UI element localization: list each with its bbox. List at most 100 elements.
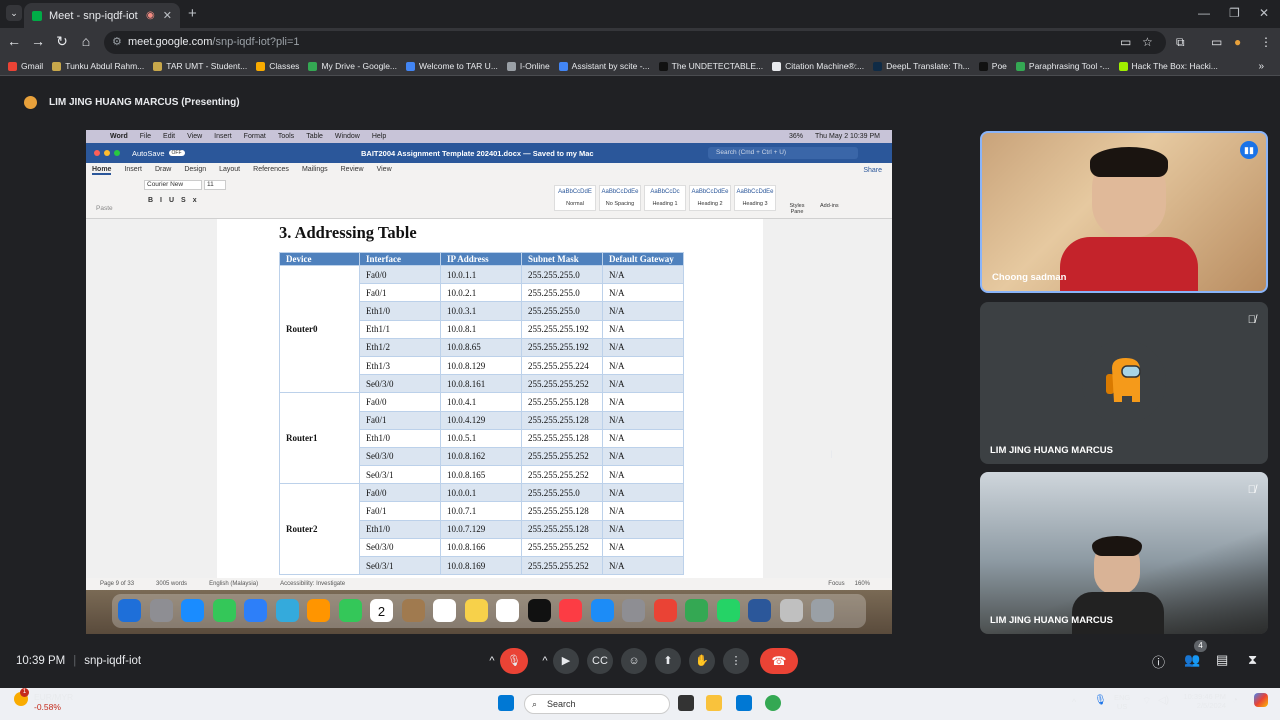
audio-options-chevron-icon[interactable]: ^ <box>483 648 501 674</box>
participant-name: LIM JING HUANG MARCUS <box>990 445 1113 456</box>
system-clock[interactable]: 10:39:46 PM 2/5/2024 <box>1180 692 1226 710</box>
zoom-level: 160% <box>854 581 870 587</box>
word-title-bar: AutoSave OFF BAIT2004 Assignment Templat… <box>86 143 892 163</box>
bookmarks-overflow-icon[interactable]: » <box>1258 61 1264 72</box>
reload-button[interactable]: ↻ <box>54 33 70 50</box>
dock-app-icon <box>275 599 299 622</box>
paste-label: Paste <box>96 205 113 212</box>
participant-tile-marcus-avatar[interactable]: 🎙̸ LIM JING HUANG MARCUS <box>980 302 1268 464</box>
dock-app-icon <box>748 599 771 622</box>
bookmark-item[interactable]: The UNDETECTABLE... <box>658 61 763 71</box>
bookmark-label: Citation Machine®:... <box>785 61 865 71</box>
table-cell: Se0/3/0 <box>359 374 441 394</box>
more-options-button[interactable]: ⋮ <box>723 648 749 674</box>
people-icon[interactable]: 👥 <box>1184 652 1200 668</box>
extensions-icon[interactable]: ⧉ <box>1176 35 1185 50</box>
wifi-icon[interactable]: ⌔ <box>1142 695 1151 708</box>
profile-icon[interactable]: ● <box>1234 35 1241 49</box>
tray-mic-icon[interactable]: 🎙 <box>1094 695 1107 706</box>
bookmark-item[interactable]: My Drive - Google... <box>308 61 397 71</box>
browser-tab-meet[interactable]: Meet - snp-iqdf-iot ◉ ✕ <box>24 3 180 28</box>
browser-toolbar: ← → ↻ ⌂ ⚙ meet.google.com/snp-iqdf-iot?p… <box>0 28 1280 57</box>
device-cell: Router0 <box>279 264 360 394</box>
bookmark-item[interactable]: Tunku Abdul Rahm... <box>52 61 144 71</box>
table-cell: 255.255.255.252 <box>521 374 603 394</box>
style-gallery-item: AaBbCcDdEe Heading 2 <box>689 185 731 211</box>
bookmark-item[interactable]: Classes <box>256 61 299 71</box>
leave-call-button[interactable]: ☎ <box>760 648 798 674</box>
present-button[interactable]: ⬆ <box>655 648 681 674</box>
site-info-icon[interactable]: ⚙ <box>112 31 122 54</box>
speaker-icon[interactable]: ◁) <box>1158 695 1169 706</box>
tab-search-button[interactable]: ⌄ <box>6 5 22 21</box>
language-code: ENG <box>1114 693 1131 702</box>
forward-button[interactable]: → <box>30 33 46 49</box>
dock-app-icon <box>307 599 330 622</box>
bookmark-item[interactable]: Assistant by scite -... <box>558 61 650 71</box>
bookmark-item[interactable]: Citation Machine®:... <box>772 61 864 71</box>
bookmark-item[interactable]: Welcome to TAR U... <box>406 61 498 71</box>
word-ribbon-tab: Insert <box>124 165 142 173</box>
taskbar-search[interactable]: ⌕ Search <box>524 694 670 714</box>
recording-icon: ◉ <box>146 10 155 21</box>
stock-widget[interactable]: 1 EUR/MYR -0.58% <box>14 688 73 712</box>
table-cell: 10.0.7.1 <box>440 501 522 521</box>
bookmark-item[interactable]: Paraphrasing Tool -... <box>1015 61 1110 71</box>
table-cell: 10.0.8.1 <box>440 319 522 339</box>
home-button[interactable]: ⌂ <box>78 33 94 49</box>
back-button[interactable]: ← <box>6 33 22 49</box>
meeting-details-icon[interactable]: ⓘ <box>1152 652 1165 671</box>
task-view-icon[interactable] <box>678 695 694 711</box>
table-cell: 255.255.255.192 <box>521 319 603 339</box>
bookmark-item[interactable]: Poe <box>978 61 1007 71</box>
activities-icon[interactable]: ⧗ <box>1248 652 1257 668</box>
region-code: US <box>1116 702 1128 711</box>
system-time: 10:39:46 PM <box>1183 692 1226 701</box>
notifications-icon[interactable]: ◔ <box>1232 695 1238 706</box>
font-size-box: 11 <box>204 180 226 190</box>
mic-off-button[interactable]: 🎙 <box>500 648 528 674</box>
camera-button[interactable]: ▶ <box>553 648 579 674</box>
mac-menu-item: File <box>139 133 152 140</box>
table-cell: Se0/3/1 <box>359 555 441 576</box>
chrome-taskbar-icon[interactable] <box>765 695 781 711</box>
bookmark-item[interactable]: TAR UMT - Student... <box>153 61 247 71</box>
camera-in-use-icon[interactable]: ▭ <box>1120 35 1131 49</box>
close-tab-icon[interactable]: ✕ <box>163 9 172 22</box>
device-cell: Router2 <box>279 483 360 576</box>
chrome-menu-icon[interactable]: ⋮ <box>1260 35 1272 49</box>
reactions-button[interactable]: ☺ <box>621 648 647 674</box>
style-name: Heading 3 <box>742 201 768 207</box>
cast-icon[interactable]: ▭ <box>1211 35 1222 49</box>
store-icon[interactable] <box>736 695 752 711</box>
copilot-icon[interactable] <box>1254 693 1268 707</box>
close-window-button[interactable]: ✕ <box>1259 6 1269 20</box>
participant-tile-marcus-video[interactable]: 🎙̸ LIM JING HUANG MARCUS <box>980 472 1268 634</box>
participant-hair <box>1092 536 1142 556</box>
file-explorer-icon[interactable] <box>706 695 722 711</box>
style-gallery-item: AaBbCcDdEe No Spacing <box>599 185 641 211</box>
table-cell: 255.255.255.252 <box>521 465 603 485</box>
table-cell: 10.0.0.1 <box>440 483 522 503</box>
windows-start-icon[interactable] <box>498 695 514 711</box>
bookmark-item[interactable]: DeepL Translate: Th... <box>873 61 970 71</box>
chat-icon[interactable]: ▤ <box>1216 652 1228 668</box>
new-tab-button[interactable]: + <box>188 5 197 22</box>
bookmark-item[interactable]: I-Online <box>506 61 550 71</box>
captions-button[interactable]: CC <box>587 648 613 674</box>
input-language[interactable]: ENG US <box>1114 693 1130 711</box>
participant-shirt <box>1072 592 1164 634</box>
shared-screen: Word File Edit View Insert Format Tools Table Wi… <box>86 130 892 634</box>
participant-tile-choong[interactable]: ▮▮ Choong sadman <box>980 131 1268 293</box>
address-bar[interactable]: ⚙ meet.google.com/snp-iqdf-iot?pli=1 <box>104 31 1166 54</box>
bookmark-item[interactable]: Hack The Box: Hacki... <box>1118 61 1218 71</box>
table-row: Router2 Fa0/0 10.0.0.1 255.255.255.0 N/A <box>279 483 684 576</box>
autosave-toggle: OFF <box>168 150 185 156</box>
video-options-chevron-icon[interactable]: ^ <box>536 648 554 674</box>
bookmark-item[interactable]: Gmail <box>8 61 43 71</box>
tray-overflow-icon[interactable]: ^ <box>1072 697 1076 707</box>
maximize-window-button[interactable]: ❐ <box>1229 6 1240 20</box>
raise-hand-button[interactable]: ✋ <box>689 648 715 674</box>
bookmark-star-icon[interactable]: ☆ <box>1142 35 1153 49</box>
minimize-window-button[interactable]: — <box>1198 6 1210 20</box>
